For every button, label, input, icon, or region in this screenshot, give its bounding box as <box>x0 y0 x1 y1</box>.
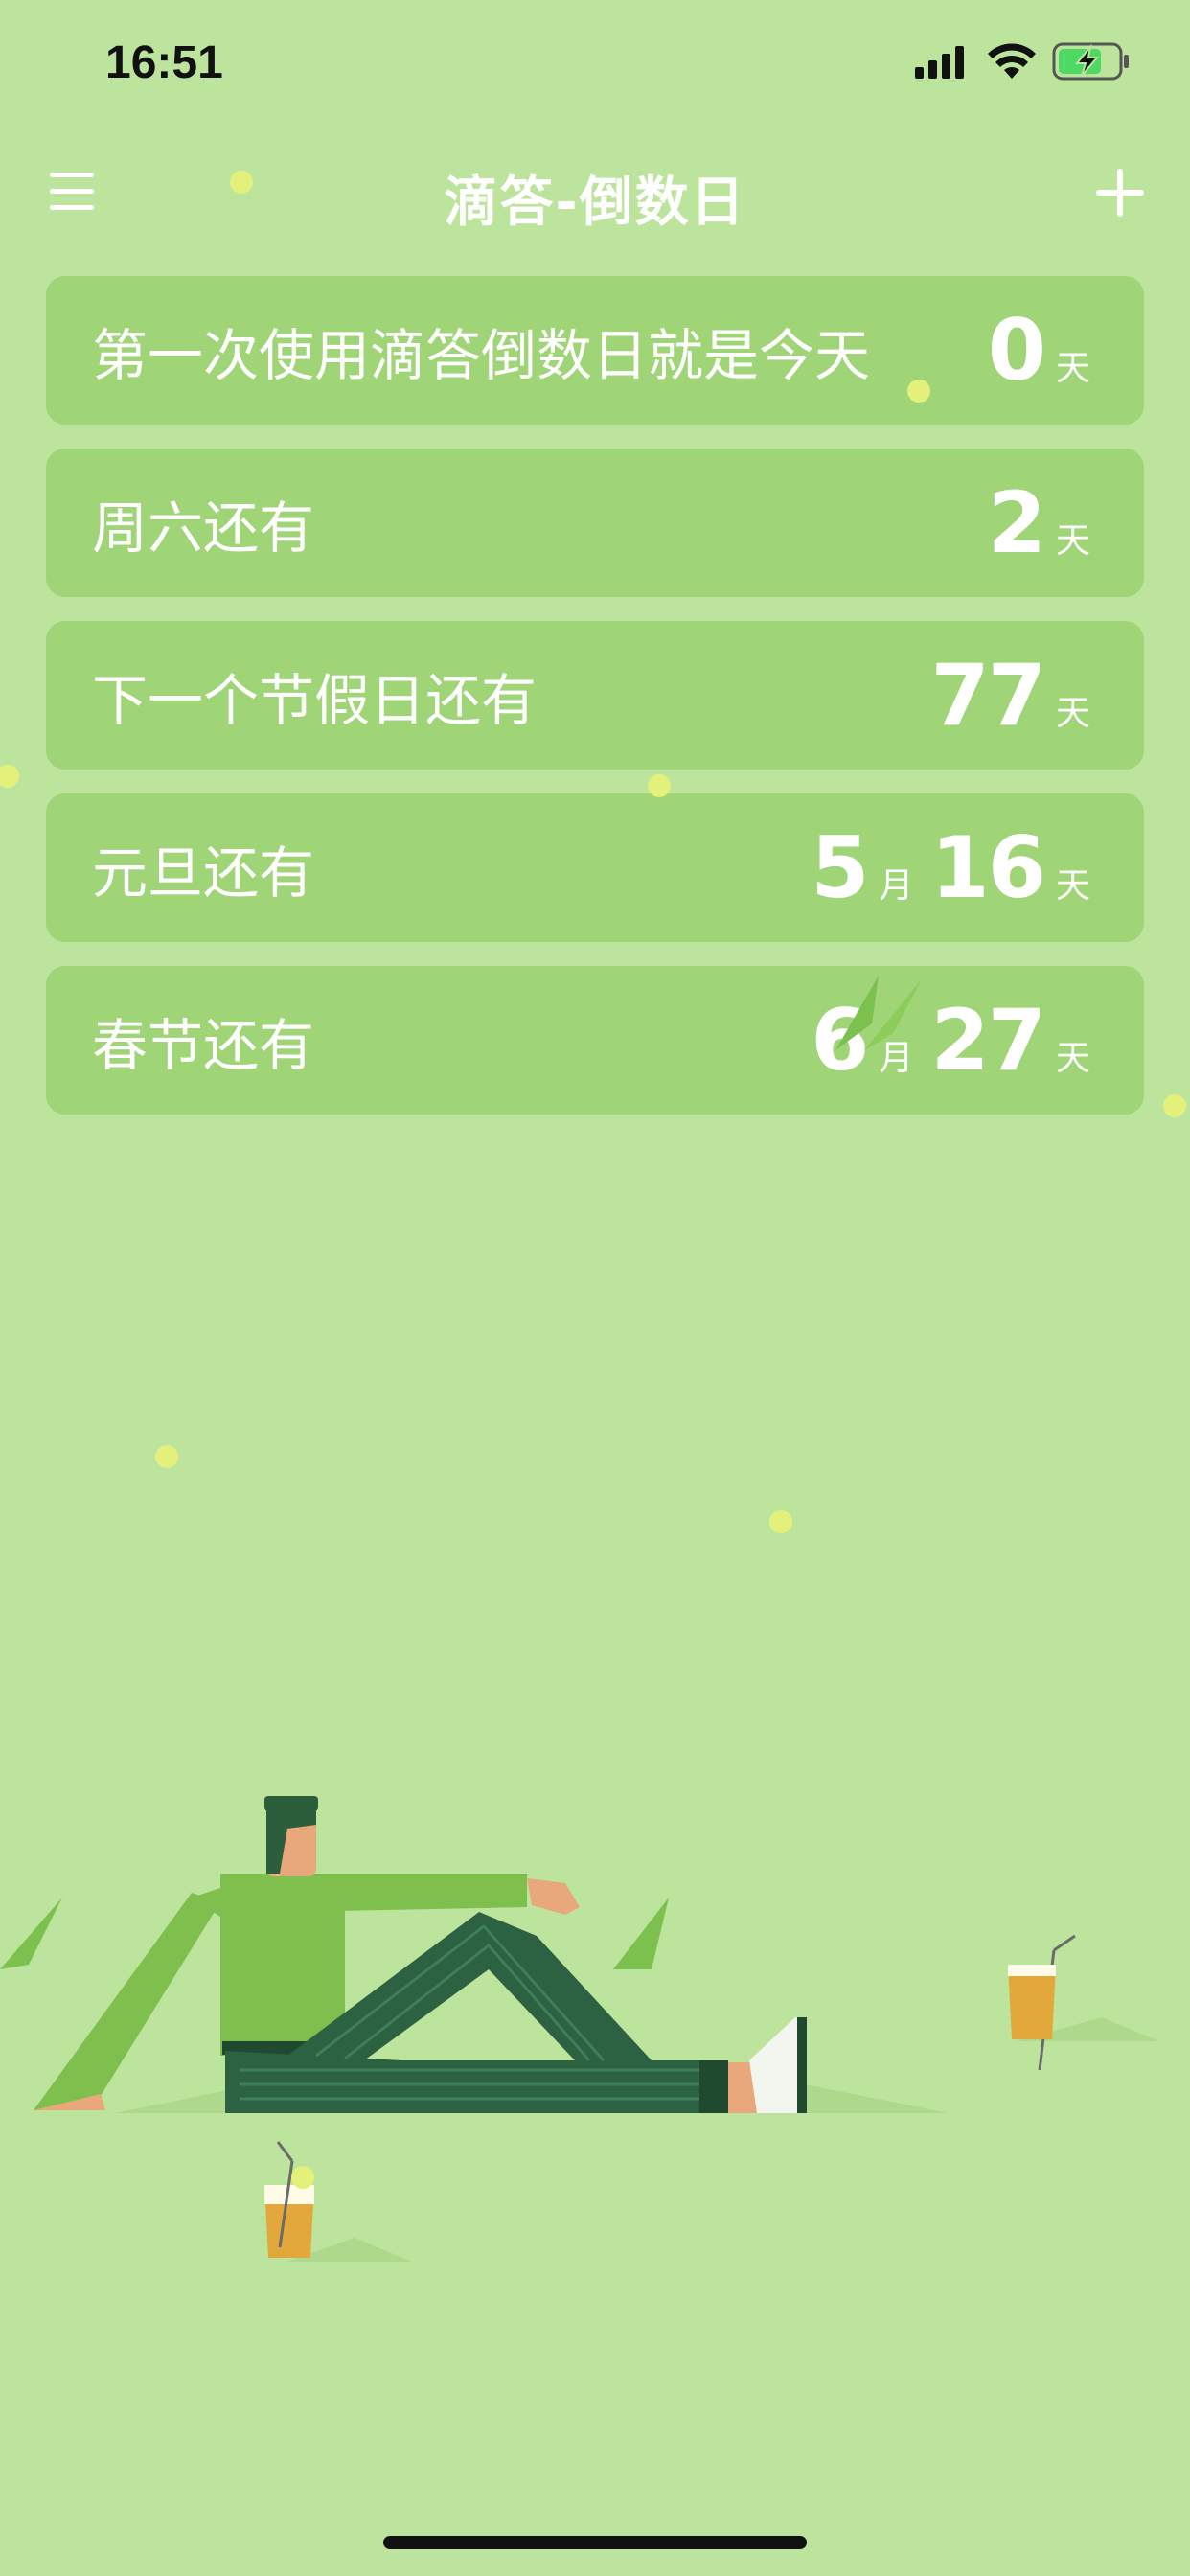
event-countdown: 0 天 <box>987 300 1090 400</box>
home-indicator[interactable] <box>383 2536 807 2549</box>
app-screen: 16:51 滴答-倒数日 第一次使用滴答倒数日就是今天 0 天 周六还有 2 天… <box>0 0 1190 2576</box>
decorative-dot <box>155 1445 178 1468</box>
event-card[interactable]: 春节还有 6 月 27 天 <box>46 966 1144 1115</box>
days-unit: 天 <box>1055 520 1090 561</box>
navigation-bar: 滴答-倒数日 <box>0 144 1190 240</box>
event-title: 周六还有 <box>92 494 315 561</box>
days-unit: 天 <box>1055 693 1090 733</box>
leaf-decoration-icon <box>835 976 922 1050</box>
days-unit: 天 <box>1055 865 1090 906</box>
event-title: 第一次使用滴答倒数日就是今天 <box>92 322 871 388</box>
cellular-signal-icon <box>915 46 964 79</box>
days-value: 2 <box>987 472 1046 572</box>
wifi-icon <box>988 43 1036 79</box>
status-bar: 16:51 <box>0 0 1190 125</box>
event-title: 元旦还有 <box>92 840 315 906</box>
status-time: 16:51 <box>105 37 223 88</box>
event-title: 春节还有 <box>92 1012 315 1078</box>
decorative-dot <box>648 774 671 797</box>
decorative-dot <box>230 171 253 194</box>
event-card[interactable]: 周六还有 2 天 <box>46 448 1144 597</box>
days-value: 16 <box>930 817 1046 917</box>
decorative-dot <box>907 380 930 402</box>
decorative-dot <box>1163 1094 1186 1117</box>
event-countdown: 2 天 <box>987 472 1090 572</box>
event-title: 下一个节假日还有 <box>92 667 538 733</box>
event-card[interactable]: 下一个节假日还有 77 天 <box>46 621 1144 770</box>
event-card[interactable]: 第一次使用滴答倒数日就是今天 0 天 <box>46 276 1144 425</box>
battery-charging-icon <box>1052 42 1129 80</box>
months-value: 5 <box>811 817 869 917</box>
event-countdown: 5 月 16 天 <box>811 817 1090 917</box>
event-list: 第一次使用滴答倒数日就是今天 0 天 周六还有 2 天 下一个节假日还有 77 … <box>46 276 1144 1138</box>
days-unit: 天 <box>1055 348 1090 388</box>
page-title: 滴答-倒数日 <box>444 172 746 234</box>
event-countdown: 77 天 <box>930 645 1090 745</box>
add-event-button[interactable] <box>1088 161 1152 224</box>
days-value: 77 <box>930 645 1046 745</box>
days-unit: 天 <box>1055 1038 1090 1078</box>
days-value: 0 <box>987 300 1046 400</box>
relaxing-man-illustration <box>0 1796 1159 2262</box>
decorative-dot <box>0 765 19 788</box>
event-card[interactable]: 元旦还有 5 月 16 天 <box>46 794 1144 942</box>
decorative-dot <box>769 1510 792 1533</box>
months-unit: 月 <box>879 865 914 906</box>
days-value: 27 <box>930 990 1046 1090</box>
